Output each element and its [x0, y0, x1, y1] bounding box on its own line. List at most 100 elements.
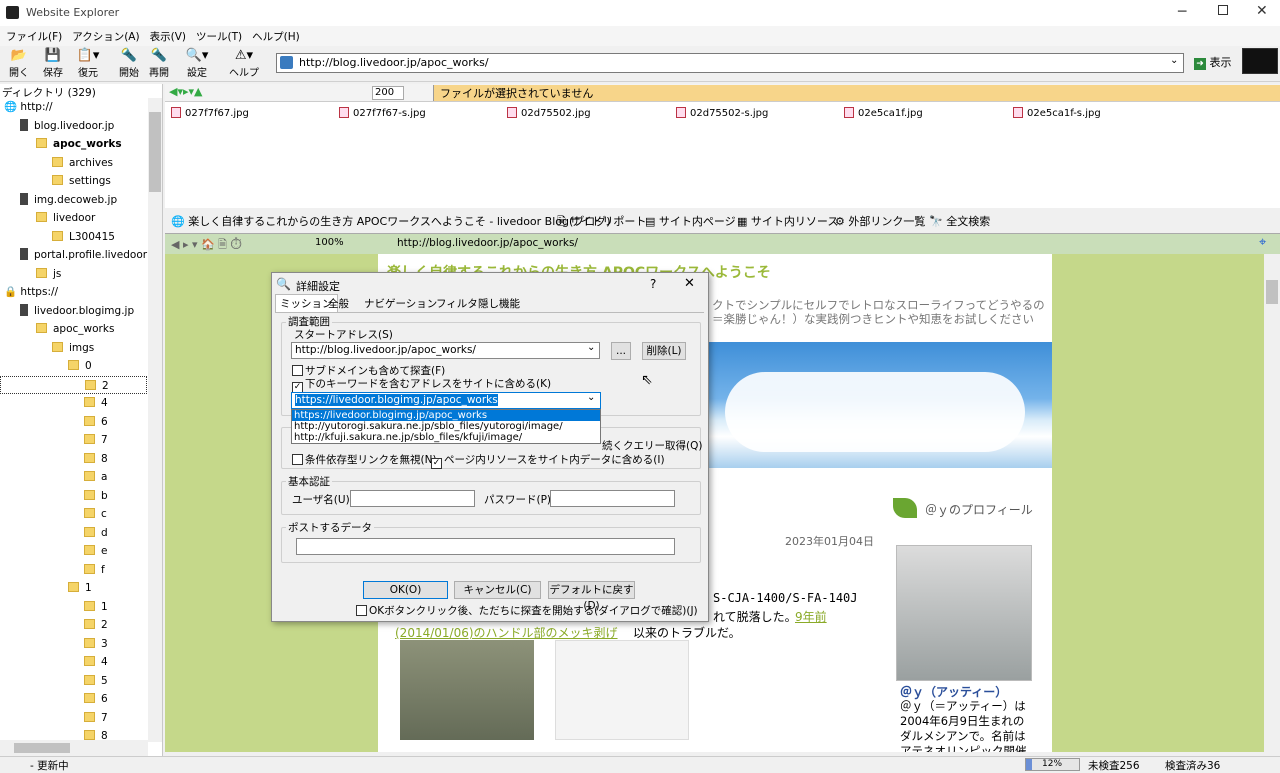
dialog-tab-hidden[interactable]: 隠し機能: [474, 295, 524, 313]
tree-item[interactable]: 2: [84, 616, 108, 634]
checkbox-box[interactable]: [356, 605, 367, 616]
chevron-down-icon[interactable]: ⌄: [587, 342, 595, 353]
file-item[interactable]: 027f7f67-s.jpg: [339, 107, 426, 119]
maximize-icon[interactable]: [1218, 5, 1228, 15]
tree-item[interactable]: imgs: [52, 339, 94, 357]
web-scroll-thumb[interactable]: [1266, 280, 1278, 304]
conditional-link-checkbox[interactable]: 条件依存型リンクを無視(N): [292, 452, 437, 467]
tree-item[interactable]: b: [84, 487, 108, 505]
address-input[interactable]: http://blog.livedoor.jp/apoc_works/: [276, 53, 1184, 73]
save-button[interactable]: 💾 保存: [38, 48, 68, 80]
profile-photo[interactable]: [896, 545, 1032, 681]
close-icon[interactable]: ✕: [1256, 3, 1268, 19]
menu-action[interactable]: アクション(A): [66, 26, 143, 44]
menu-view[interactable]: 表示(V): [144, 26, 190, 44]
file-item[interactable]: 02e5ca1f.jpg: [844, 107, 923, 119]
password-input[interactable]: [550, 490, 675, 507]
tree-item[interactable]: livedoor: [36, 209, 95, 227]
tree-item[interactable]: d: [84, 524, 108, 542]
menu-file[interactable]: ファイル(F): [0, 26, 66, 44]
tree-hscroll[interactable]: [0, 740, 148, 756]
browser-nav-icons[interactable]: ◀ ▸ ▾ 🏠 🗎 ⏱: [171, 236, 242, 255]
tree-item[interactable]: 3: [84, 635, 108, 653]
web-scrollbar[interactable]: [1264, 254, 1280, 752]
tree-item[interactable]: a: [84, 468, 107, 486]
resource-checkbox[interactable]: ✓ ページ内リソースをサイト内データに含める(I): [431, 452, 665, 469]
file-item[interactable]: 02d75502-s.jpg: [676, 107, 768, 119]
article-photo-2[interactable]: [555, 640, 689, 740]
start-after-ok-checkbox[interactable]: OKボタンクリック後、ただちに探査を開始する(ダイアログで確認)(J): [356, 603, 698, 618]
menu-help[interactable]: ヘルプ(H): [246, 26, 304, 44]
nav-arrows-icon[interactable]: ◀▾▸▾▲: [169, 85, 202, 98]
article-link-2[interactable]: (2014/01/06)のハンドル部のメッキ剥げ: [395, 624, 618, 641]
menu-tools[interactable]: ツール(T): [190, 26, 246, 44]
tree-item[interactable]: apoc_works: [36, 135, 122, 153]
tab-full-search[interactable]: 🔭 全文検索: [929, 213, 990, 233]
tree-item[interactable]: archives: [52, 154, 113, 172]
tree-item[interactable]: 2: [0, 375, 147, 394]
directory-tree[interactable]: ディレクトリ (329) 🌐 http://blog.livedoor.jp ap…: [0, 84, 163, 756]
tree-item[interactable]: 0: [68, 357, 92, 375]
tree-item[interactable]: 🌐 http://: [4, 98, 53, 116]
start-address-combo[interactable]: http://blog.livedoor.jp/apoc_works/: [291, 342, 600, 359]
file-item[interactable]: 02d75502.jpg: [507, 107, 591, 119]
zoom-level[interactable]: 100%: [315, 237, 344, 248]
tab-page[interactable]: 🌐 楽しく自律するこれからの生き方 APOCワークスへようこそ - livedo…: [171, 213, 611, 233]
start-button[interactable]: 🔦 開始: [114, 48, 144, 80]
settings-button[interactable]: 🔍▾ 設定: [178, 48, 216, 80]
checkbox-checked[interactable]: ✓: [431, 458, 442, 469]
tree-item[interactable]: 7: [84, 709, 108, 727]
dropdown-option[interactable]: http://kfuji.sakura.ne.jp/sblo_files/kfu…: [292, 432, 600, 443]
tree-item[interactable]: 8: [84, 450, 108, 468]
restore-button[interactable]: 📋▾ 復元: [70, 48, 106, 80]
tree-scroll-thumb[interactable]: [149, 112, 161, 192]
dialog-tab-general[interactable]: 全般: [324, 295, 353, 313]
article-link-1[interactable]: 9年前: [795, 608, 827, 625]
dialog-help-button[interactable]: ?: [650, 277, 656, 291]
tree-scrollbar[interactable]: [148, 98, 162, 742]
tree-item[interactable]: 4: [84, 394, 108, 412]
dialog-tab-navigation[interactable]: ナビゲーション: [360, 295, 441, 313]
tree-item[interactable]: apoc_works: [36, 320, 114, 338]
tab-site-report[interactable]: 🗎 サイトリポート: [557, 213, 646, 233]
tree-item[interactable]: portal.profile.livedoor: [20, 246, 147, 264]
tree-item[interactable]: 6: [84, 413, 108, 431]
ok-button[interactable]: OK(O): [363, 581, 448, 599]
checkbox-box[interactable]: [292, 365, 303, 376]
open-button[interactable]: 📂 開く: [4, 48, 34, 80]
tree-item[interactable]: L300415: [52, 228, 115, 246]
crosshair-icon[interactable]: ⌖: [1259, 235, 1266, 250]
keyword-checkbox[interactable]: ✓ 下のキーワードを含むアドレスをサイトに含める(K): [292, 376, 551, 393]
tree-item[interactable]: 1: [68, 579, 92, 597]
post-data-input[interactable]: [296, 538, 675, 555]
tree-item[interactable]: e: [84, 542, 107, 560]
resume-button[interactable]: 🔦 再開: [144, 48, 174, 80]
file-item[interactable]: 027f7f67.jpg: [171, 107, 249, 119]
tree-item[interactable]: 5: [84, 672, 108, 690]
tree-item[interactable]: c: [84, 505, 107, 523]
tree-item[interactable]: f: [84, 561, 105, 579]
chevron-down-icon[interactable]: ⌄: [1170, 55, 1178, 66]
username-input[interactable]: [350, 490, 475, 507]
tree-item[interactable]: livedoor.blogimg.jp: [20, 302, 134, 320]
file-item[interactable]: 02e5ca1f-s.jpg: [1013, 107, 1101, 119]
cancel-button[interactable]: キャンセル(C): [454, 581, 541, 599]
tree-item[interactable]: settings: [52, 172, 111, 190]
default-button[interactable]: デフォルトに戻す(D): [548, 581, 635, 612]
tree-item[interactable]: 1: [84, 598, 108, 616]
tree-item[interactable]: 🔒 https://: [4, 283, 58, 301]
tree-item[interactable]: 4: [84, 653, 108, 671]
query-checkbox[interactable]: 続くクエリー取得(Q): [602, 438, 702, 453]
tree-hscroll-thumb[interactable]: [14, 743, 70, 753]
tree-item[interactable]: img.decoweb.jp: [20, 191, 117, 209]
tab-site-resources[interactable]: ▦ サイト内リソース: [737, 213, 838, 233]
help-button[interactable]: ⚠▾ ヘルプ: [224, 48, 264, 80]
article-photo-1[interactable]: [400, 640, 534, 740]
tree-item[interactable]: js: [36, 265, 61, 283]
tree-item[interactable]: 7: [84, 431, 108, 449]
keyword-combo[interactable]: https://livedoor.blogimg.jp/apoc_works: [291, 392, 601, 409]
tree-item[interactable]: blog.livedoor.jp: [20, 117, 114, 135]
browse-button[interactable]: ...: [611, 342, 631, 360]
go-button[interactable]: ➜ 表示: [1194, 54, 1236, 72]
delete-button[interactable]: 削除(L): [642, 342, 686, 360]
